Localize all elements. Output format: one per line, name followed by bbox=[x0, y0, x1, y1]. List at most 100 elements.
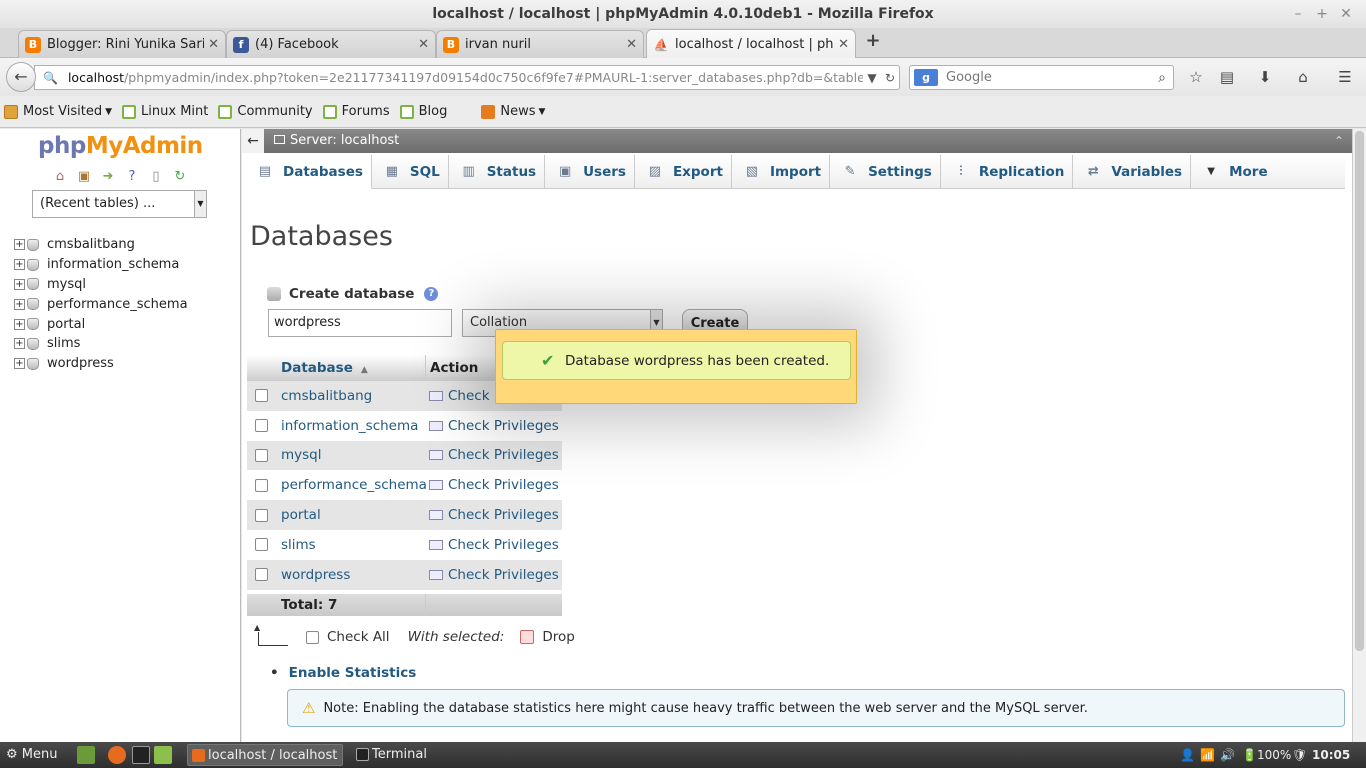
check-privileges-link[interactable]: Check Privileges bbox=[425, 530, 562, 560]
home-icon[interactable]: ⌂ bbox=[1292, 66, 1314, 88]
close-window-button[interactable]: ✕ bbox=[1334, 0, 1358, 28]
tab-settings[interactable]: ✎ Settings bbox=[830, 155, 941, 189]
tab-phpmyadmin[interactable]: ⛵ localhost / localhost | ph... ✕ bbox=[646, 29, 856, 59]
hide-menu-icon[interactable]: ⌃ bbox=[1334, 129, 1344, 153]
bookmark-linux-mint[interactable]: Linux Mint bbox=[122, 104, 208, 119]
tree-item-performance-schema[interactable]: + performance_schema bbox=[14, 294, 188, 314]
firefox-icon[interactable] bbox=[108, 746, 126, 764]
terminal-icon[interactable] bbox=[132, 746, 150, 764]
server-breadcrumb[interactable]: Server: localhost bbox=[274, 129, 399, 153]
home-icon[interactable]: ⌂ bbox=[52, 169, 68, 185]
tree-item-mysql[interactable]: + mysql bbox=[14, 275, 188, 295]
bookmark-forums[interactable]: Forums bbox=[322, 104, 390, 119]
check-privileges-link[interactable]: Check Privileges bbox=[425, 500, 562, 530]
tab-facebook[interactable]: f (4) Facebook ✕ bbox=[226, 30, 436, 58]
reload-icon[interactable]: ↻ bbox=[172, 169, 188, 185]
expand-icon[interactable]: + bbox=[14, 278, 25, 290]
vertical-scrollbar[interactable] bbox=[1352, 129, 1366, 742]
tab-export[interactable]: ▨ Export bbox=[635, 155, 732, 189]
phpmyadmin-logo[interactable]: phpMyAdmin bbox=[38, 133, 203, 159]
success-notification[interactable]: ✔ Database wordpress has been created. bbox=[495, 329, 857, 404]
bookmark-news[interactable]: News ▼ bbox=[481, 104, 545, 119]
drop-button[interactable]: Drop bbox=[542, 629, 574, 645]
url-dropdown-icon[interactable]: ▼ bbox=[863, 71, 881, 85]
database-name-input[interactable]: wordpress bbox=[268, 309, 452, 337]
minimize-button[interactable]: – bbox=[1286, 0, 1310, 28]
check-all-checkbox[interactable] bbox=[306, 630, 319, 644]
back-button[interactable]: ← bbox=[6, 62, 36, 92]
check-all-label[interactable]: Check All bbox=[327, 629, 390, 645]
google-icon[interactable]: g bbox=[914, 69, 938, 86]
row-checkbox[interactable] bbox=[254, 538, 268, 552]
bookmarks-list-icon[interactable]: ▤ bbox=[1216, 66, 1238, 88]
row-checkbox[interactable] bbox=[254, 419, 268, 433]
database-link[interactable]: wordpress bbox=[275, 567, 425, 583]
database-link[interactable]: information_schema bbox=[275, 418, 425, 434]
tab-status[interactable]: ▥ Status bbox=[449, 155, 546, 189]
url-text[interactable]: localhost/phpmyadmin/index.php?token=2e2… bbox=[68, 70, 863, 85]
database-link[interactable]: cmsbalitbang bbox=[275, 388, 425, 404]
url-bar[interactable]: 🔍 localhost/phpmyadmin/index.php?token=2… bbox=[34, 65, 900, 90]
check-privileges-link[interactable]: Check Privileges bbox=[425, 441, 562, 471]
tab-databases[interactable]: ▤ Databases bbox=[245, 155, 372, 189]
check-privileges-link[interactable]: Check Privileges bbox=[425, 411, 562, 441]
tab-more[interactable]: ▼ More bbox=[1191, 155, 1276, 189]
tab-variables[interactable]: ⇄ Variables bbox=[1073, 155, 1192, 189]
help-icon[interactable]: ? bbox=[124, 169, 140, 185]
tab-import[interactable]: ▧ Import bbox=[732, 155, 831, 189]
recent-tables-select[interactable]: (Recent tables) ... ▼ bbox=[32, 190, 207, 218]
sort-by-database[interactable]: Database ▲ bbox=[275, 360, 425, 376]
drop-icon[interactable] bbox=[520, 630, 535, 644]
tab-sql[interactable]: ▦ SQL bbox=[372, 155, 449, 189]
taskbar-window-terminal[interactable]: Terminal bbox=[352, 744, 492, 766]
bookmark-most-visited[interactable]: Most Visited ▼ bbox=[4, 104, 112, 119]
help-icon[interactable]: ? bbox=[424, 287, 439, 301]
close-tab-icon[interactable]: ✕ bbox=[838, 37, 849, 52]
database-link[interactable]: performance_schema bbox=[275, 477, 427, 493]
check-privileges-link[interactable]: Check Privileges bbox=[425, 470, 562, 500]
collapse-sidebar-icon[interactable]: ← bbox=[242, 129, 264, 153]
search-bar[interactable]: g Google ⌕ bbox=[909, 65, 1174, 90]
reload-icon[interactable]: ↻ bbox=[881, 71, 899, 85]
tree-item-portal[interactable]: + portal bbox=[14, 314, 188, 334]
wifi-icon[interactable]: 📶 bbox=[1200, 742, 1215, 768]
close-tab-icon[interactable]: ✕ bbox=[208, 37, 219, 52]
database-link[interactable]: slims bbox=[275, 537, 425, 553]
search-input[interactable]: Google bbox=[946, 70, 1151, 85]
close-tab-icon[interactable]: ✕ bbox=[418, 37, 429, 52]
check-privileges-link[interactable]: Check Privileges bbox=[425, 560, 562, 590]
show-desktop-icon[interactable] bbox=[77, 746, 95, 764]
battery-indicator[interactable]: 🔋100% bbox=[1242, 742, 1291, 768]
docs-icon[interactable]: ▯ bbox=[148, 169, 164, 185]
expand-icon[interactable]: + bbox=[14, 358, 25, 370]
expand-icon[interactable]: + bbox=[14, 259, 25, 271]
new-tab-button[interactable]: + bbox=[864, 30, 882, 54]
tab-replication[interactable]: ⫶ Replication bbox=[941, 155, 1074, 189]
bookmark-star-icon[interactable]: ☆ bbox=[1185, 66, 1207, 88]
expand-icon[interactable]: + bbox=[14, 318, 25, 330]
files-icon[interactable] bbox=[154, 746, 172, 764]
bookmark-community[interactable]: Community bbox=[218, 104, 313, 119]
clock[interactable]: 10:05 bbox=[1312, 742, 1350, 768]
menu-icon[interactable]: ☰ bbox=[1334, 66, 1356, 88]
tree-item-cmsbalitbang[interactable]: + cmsbalitbang bbox=[14, 235, 188, 255]
enable-statistics-link[interactable]: Enable Statistics bbox=[274, 665, 417, 681]
expand-icon[interactable]: + bbox=[14, 298, 25, 310]
tree-item-wordpress[interactable]: + wordpress bbox=[14, 354, 188, 374]
database-link[interactable]: portal bbox=[275, 507, 425, 523]
volume-icon[interactable]: 🔊 bbox=[1220, 742, 1235, 768]
close-tab-icon[interactable]: ✕ bbox=[626, 37, 637, 52]
identity-icon[interactable]: 🔍 bbox=[43, 71, 58, 85]
row-checkbox[interactable] bbox=[254, 448, 268, 462]
scrollbar-thumb[interactable] bbox=[1355, 131, 1364, 651]
query-window-icon[interactable]: ➜ bbox=[100, 169, 116, 185]
shield-icon[interactable]: 🛡 bbox=[1292, 742, 1307, 768]
taskbar-window-firefox[interactable]: localhost / localhost ... bbox=[187, 744, 343, 766]
row-checkbox[interactable] bbox=[254, 508, 268, 522]
expand-icon[interactable]: + bbox=[14, 239, 25, 251]
tree-item-information-schema[interactable]: + information_schema bbox=[14, 255, 188, 275]
search-icon[interactable]: ⌕ bbox=[1151, 70, 1173, 86]
logout-icon[interactable]: ▣ bbox=[76, 169, 92, 185]
tab-users[interactable]: ▣ Users bbox=[545, 155, 635, 189]
row-checkbox[interactable] bbox=[254, 389, 268, 403]
